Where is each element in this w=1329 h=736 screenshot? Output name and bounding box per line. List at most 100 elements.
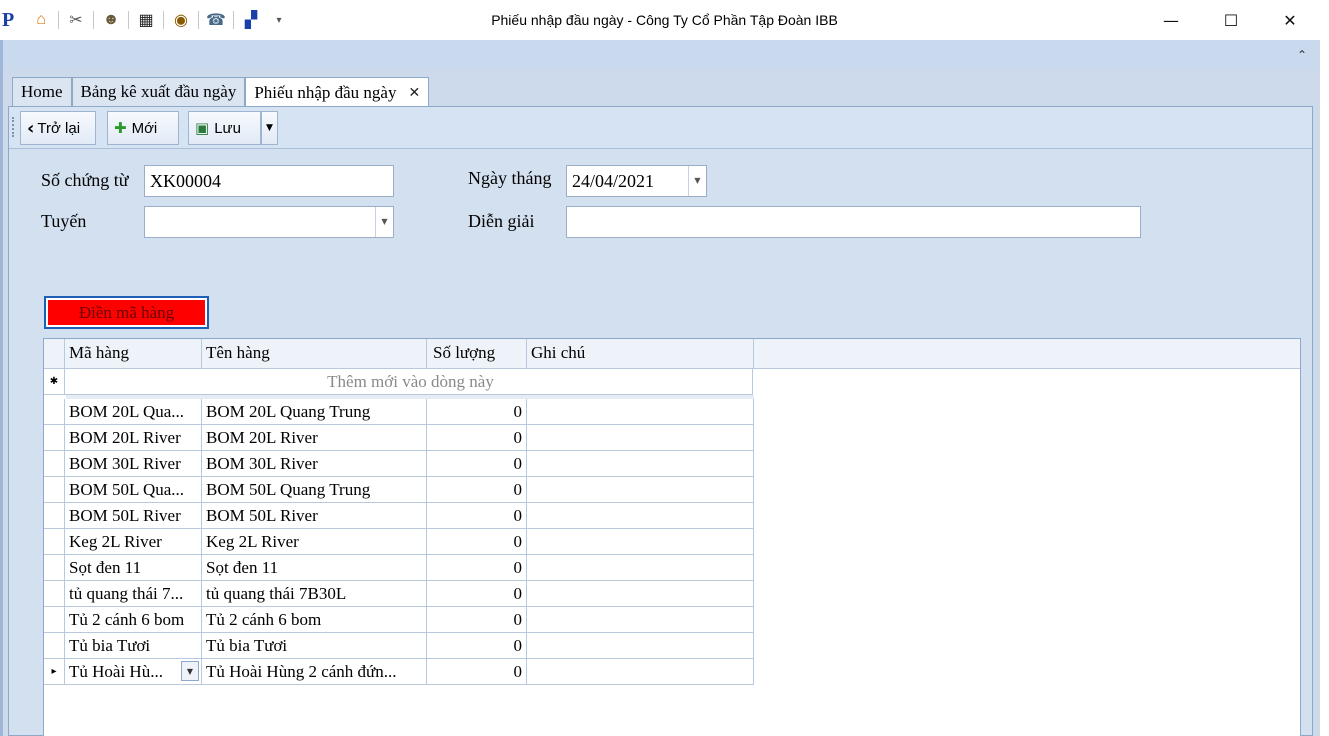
chevron-down-icon[interactable]: ▼ [181, 661, 199, 681]
table-row[interactable]: Tủ 2 cánh 6 bom Tủ 2 cánh 6 bom 0 [44, 607, 754, 633]
table-row[interactable]: Sọt đen 11 Sọt đen 11 0 [44, 555, 754, 581]
home-icon[interactable]: ⌂ [30, 9, 52, 31]
row-indicator[interactable] [44, 477, 65, 503]
table-row[interactable]: BOM 50L Qua... BOM 50L Quang Trung 0 [44, 477, 754, 503]
chevron-down-icon[interactable]: ▼ [375, 207, 393, 237]
items-grid[interactable]: Mã hàng Tên hàng Số lượng Ghi chú ✱ Thêm… [43, 338, 1301, 736]
puzzle-icon[interactable]: ▞ [240, 9, 262, 31]
cell-ma-hang[interactable]: BOM 20L River [65, 425, 202, 451]
new-button[interactable]: ✚ Mới [107, 111, 179, 145]
cell-ghi-chu[interactable] [527, 659, 754, 685]
cell-ten-hang[interactable]: Keg 2L River [202, 529, 427, 555]
fill-item-codes-button[interactable]: Điền mã hàng [44, 296, 209, 329]
cell-ghi-chu[interactable] [527, 607, 754, 633]
customize-dropdown-icon[interactable]: ▾ [268, 9, 290, 31]
cell-ghi-chu[interactable] [527, 477, 754, 503]
cell-so-luong[interactable]: 0 [427, 477, 527, 503]
tab-phieu-nhap-dau-ngay[interactable]: Phiếu nhập đầu ngày ✕ [245, 77, 430, 107]
close-tab-icon[interactable]: ✕ [408, 85, 420, 101]
table-row[interactable]: Keg 2L River Keg 2L River 0 [44, 529, 754, 555]
cell-ma-hang[interactable]: Sọt đen 11 [65, 555, 202, 581]
cell-ma-hang[interactable]: Tủ 2 cánh 6 bom [65, 607, 202, 633]
cell-ma-hang[interactable]: Tủ bia Tươi [65, 633, 202, 659]
cell-ten-hang[interactable]: Tủ 2 cánh 6 bom [202, 607, 427, 633]
new-row-placeholder[interactable]: Thêm mới vào dòng này [65, 369, 753, 395]
cell-ten-hang[interactable]: tủ quang thái 7B30L [202, 581, 427, 607]
cell-ten-hang[interactable]: BOM 50L Quang Trung [202, 477, 427, 503]
row-indicator[interactable] [44, 529, 65, 555]
cell-ma-hang[interactable]: BOM 30L River [65, 451, 202, 477]
cell-so-luong[interactable]: 0 [427, 529, 527, 555]
cell-so-luong[interactable]: 0 [427, 503, 527, 529]
cell-so-luong[interactable]: 0 [427, 581, 527, 607]
row-indicator[interactable] [44, 581, 65, 607]
scissors-icon[interactable]: ✂ [65, 9, 87, 31]
cell-so-luong[interactable]: 0 [427, 399, 527, 425]
table-row[interactable]: BOM 50L River BOM 50L River 0 [44, 503, 754, 529]
cell-so-luong[interactable]: 0 [427, 659, 527, 685]
users-icon[interactable]: ☻ [100, 9, 122, 31]
film-icon[interactable]: ▦ [135, 9, 157, 31]
row-indicator[interactable] [44, 503, 65, 529]
cell-ma-hang[interactable]: BOM 20L Qua... [65, 399, 202, 425]
cell-ten-hang[interactable]: Tủ Hoài Hùng 2 cánh đứn... [202, 659, 427, 685]
cell-ten-hang[interactable]: BOM 30L River [202, 451, 427, 477]
row-indicator[interactable] [44, 425, 65, 451]
table-row[interactable]: ▸ Tủ Hoài Hù... ▼ Tủ Hoài Hùng 2 cánh đứn..… [44, 659, 754, 685]
row-indicator[interactable] [44, 633, 65, 659]
minimize-button[interactable]: — [1143, 0, 1199, 40]
close-button[interactable]: ✕ [1262, 0, 1318, 40]
voucher-no-input[interactable]: XK00004 [144, 165, 394, 197]
cell-ten-hang[interactable]: Sọt đen 11 [202, 555, 427, 581]
cell-ghi-chu[interactable] [527, 399, 754, 425]
chevron-down-icon[interactable]: ▼ [688, 166, 706, 196]
tab-home[interactable]: Home [12, 77, 72, 106]
cell-ten-hang[interactable]: BOM 20L River [202, 425, 427, 451]
table-row[interactable]: Tủ bia Tươi Tủ bia Tươi 0 [44, 633, 754, 659]
cell-so-luong[interactable]: 0 [427, 451, 527, 477]
new-row[interactable]: ✱ Thêm mới vào dòng này [44, 369, 753, 395]
cell-ghi-chu[interactable] [527, 581, 754, 607]
row-indicator[interactable] [44, 399, 65, 425]
column-header-ma-hang[interactable]: Mã hàng [65, 339, 202, 369]
maximize-button[interactable]: ☐ [1203, 0, 1259, 40]
eye-icon[interactable]: ◉ [170, 9, 192, 31]
route-select[interactable]: ▼ [144, 206, 394, 238]
table-row[interactable]: BOM 30L River BOM 30L River 0 [44, 451, 754, 477]
cell-ma-hang[interactable]: tủ quang thái 7... [65, 581, 202, 607]
row-indicator[interactable] [44, 451, 65, 477]
save-button[interactable]: ▣ Lưu [188, 111, 261, 145]
cell-so-luong[interactable]: 0 [427, 607, 527, 633]
cell-ghi-chu[interactable] [527, 451, 754, 477]
cell-ten-hang[interactable]: Tủ bia Tươi [202, 633, 427, 659]
cell-ma-hang[interactable]: Tủ Hoài Hù... ▼ [65, 659, 202, 685]
table-row[interactable]: BOM 20L Qua... BOM 20L Quang Trung 0 [44, 399, 754, 425]
description-input[interactable] [566, 206, 1141, 238]
date-picker[interactable]: 24/04/2021 ▼ [566, 165, 707, 197]
cell-ten-hang[interactable]: BOM 20L Quang Trung [202, 399, 427, 425]
column-header-so-luong[interactable]: Số lượng [427, 339, 527, 369]
save-dropdown-button[interactable]: ▼ [261, 111, 278, 145]
toolbar-grip[interactable] [12, 117, 15, 137]
cell-so-luong[interactable]: 0 [427, 425, 527, 451]
collapse-ribbon-icon[interactable]: ⌃ [1297, 48, 1307, 62]
row-indicator[interactable] [44, 607, 65, 633]
cell-ma-hang[interactable]: Keg 2L River [65, 529, 202, 555]
table-row[interactable]: BOM 20L River BOM 20L River 0 [44, 425, 754, 451]
cell-so-luong[interactable]: 0 [427, 633, 527, 659]
cell-ma-hang[interactable]: BOM 50L River [65, 503, 202, 529]
cell-ghi-chu[interactable] [527, 633, 754, 659]
row-indicator[interactable] [44, 555, 65, 581]
cell-ghi-chu[interactable] [527, 529, 754, 555]
cell-ghi-chu[interactable] [527, 503, 754, 529]
back-button[interactable]: ‹ Trở lại [20, 111, 96, 145]
cell-ma-hang[interactable]: BOM 50L Qua... [65, 477, 202, 503]
current-row-indicator-icon[interactable]: ▸ [44, 659, 65, 685]
phone-icon[interactable]: ☎ [205, 9, 227, 31]
tab-bang-ke-xuat-dau-ngay[interactable]: Bảng kê xuất đầu ngày [71, 77, 246, 106]
cell-ghi-chu[interactable] [527, 425, 754, 451]
cell-so-luong[interactable]: 0 [427, 555, 527, 581]
column-header-ten-hang[interactable]: Tên hàng [202, 339, 427, 369]
cell-ten-hang[interactable]: BOM 50L River [202, 503, 427, 529]
cell-ghi-chu[interactable] [527, 555, 754, 581]
